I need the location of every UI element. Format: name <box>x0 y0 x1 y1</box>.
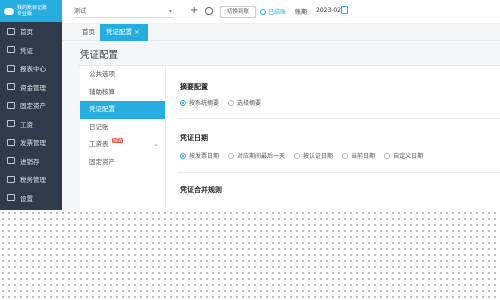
subnav-item-salary[interactable]: 工资表 NEW ⌄ <box>80 136 165 154</box>
gear-icon[interactable] <box>205 7 213 15</box>
page-title: 凭证配置 <box>80 50 119 61</box>
company-name: 测试 <box>74 8 87 15</box>
radio-summary-select[interactable]: 选择摘要 <box>228 98 261 107</box>
radio-date-current[interactable]: 当前日期 <box>342 151 375 160</box>
radio-empty-icon <box>228 152 235 159</box>
sidebar-item-label: 报表中心 <box>20 65 46 74</box>
dotted-overlay <box>0 210 500 300</box>
company-select[interactable]: 测试 ▾ <box>74 6 174 18</box>
sidebar-item-home[interactable]: 首页 <box>0 22 62 41</box>
switch-button[interactable]: 切换到账 <box>220 6 256 18</box>
summary-radio-group: 按系统摘要 选择摘要 <box>180 98 270 107</box>
settings-icon <box>7 194 15 202</box>
cloud-logo-icon <box>4 7 14 15</box>
radio-label: 对应期间最后一天 <box>237 153 286 160</box>
radio-selected-icon <box>180 99 186 106</box>
section-title-summary: 摘要配置 <box>180 83 208 91</box>
radio-date-period-end[interactable]: 对应期间最后一天 <box>228 151 285 160</box>
subnav-item-fixed-assets[interactable]: 固定资产 <box>80 154 165 172</box>
radio-date-custom[interactable]: 自定义日期 <box>384 151 423 160</box>
brand-name: 我的账目记账 专业版 <box>17 5 47 17</box>
sidebar-item-tax[interactable]: 税务管理 <box>0 170 62 189</box>
date-radio-group: 按发票日期 对应期间最后一天 按认证日期 当前日期 自定义日期 <box>180 151 432 160</box>
sidebar-item-label: 进销存 <box>20 157 40 166</box>
tax-icon <box>7 175 15 183</box>
top-bar: 测试 ▾ + 切换到账 已结账 账期 2023-02 <box>62 0 500 24</box>
subnav-item-common[interactable]: 公共选项 <box>80 66 165 84</box>
add-icon[interactable]: + <box>190 5 198 16</box>
section-divider <box>178 172 500 173</box>
radio-label: 自定义日期 <box>393 153 424 160</box>
radio-summary-system[interactable]: 按系统摘要 <box>180 98 219 107</box>
subnav-item-auxiliary[interactable]: 辅助核算 <box>80 84 165 102</box>
invoice-icon <box>7 138 15 146</box>
tab-home[interactable]: 首页 <box>76 24 101 41</box>
sidebar: 我的账目记账 专业版 首页 凭证 报表中心 资金管理 固定资产 工资 发票管理 … <box>0 0 62 210</box>
subnav-item-voucher[interactable]: 凭证配置 <box>80 101 165 119</box>
sidebar-item-label: 资金管理 <box>20 83 46 92</box>
sidebar-item-label: 发票管理 <box>20 139 46 148</box>
sidebar-item-assets[interactable]: 固定资产 <box>0 96 62 115</box>
radio-empty-icon <box>384 152 391 159</box>
main-area: 凭证配置 公共选项 辅助核算 凭证配置 日记账 工资表 NEW ⌄ 固定资产 摘… <box>62 41 500 210</box>
brand-logo[interactable]: 我的账目记账 专业版 <box>0 0 62 22</box>
sidebar-item-voucher[interactable]: 凭证 <box>0 41 62 60</box>
radio-label: 按发票日期 <box>189 153 220 160</box>
sidebar-item-settings[interactable]: 设置 <box>0 189 62 208</box>
radio-date-certified[interactable]: 按认证日期 <box>294 151 333 160</box>
period-label: 账期 <box>295 9 308 16</box>
sidebar-item-invoice[interactable]: 发票管理 <box>0 133 62 152</box>
tab-bar: 首页 凭证配置 × <box>62 24 500 41</box>
radio-date-invoice[interactable]: 按发票日期 <box>180 151 219 160</box>
radio-label: 选择摘要 <box>237 100 262 107</box>
subnav-item-journal[interactable]: 日记账 <box>80 119 165 137</box>
brand-line2: 专业版 <box>17 11 33 17</box>
radio-empty-icon <box>342 152 349 159</box>
sidebar-item-label: 固定资产 <box>20 102 46 111</box>
radio-label: 当前日期 <box>351 153 376 160</box>
chevron-down-icon: ⌄ <box>153 140 159 148</box>
sidebar-item-label: 税务管理 <box>20 176 46 185</box>
settings-subnav: 公共选项 辅助核算 凭证配置 日记账 工资表 NEW ⌄ 固定资产 <box>80 66 166 210</box>
chevron-down-icon: ▾ <box>168 8 172 15</box>
wallet-icon <box>7 83 15 91</box>
radio-selected-icon <box>180 152 186 159</box>
asset-icon <box>7 101 15 109</box>
sidebar-item-label: 凭证 <box>20 46 33 55</box>
section-title-merge: 凭证合并规则 <box>180 186 222 194</box>
period-value[interactable]: 2023-02 <box>316 7 341 14</box>
section-title-date: 凭证日期 <box>180 134 208 142</box>
tab-voucher-config[interactable]: 凭证配置 × <box>100 24 148 41</box>
sidebar-item-salary[interactable]: 工资 <box>0 115 62 134</box>
sidebar-item-label: 工资 <box>20 120 33 129</box>
radio-label: 按认证日期 <box>303 153 334 160</box>
sidebar-item-label: 设置 <box>20 194 33 203</box>
sidebar-item-inventory[interactable]: 进销存 <box>0 152 62 171</box>
radio-empty-icon <box>294 152 301 159</box>
home-icon <box>7 27 15 35</box>
sidebar-item-label: 首页 <box>20 28 33 37</box>
closed-status[interactable]: 已结账 <box>260 7 286 16</box>
salary-icon <box>7 120 15 128</box>
check-circle-icon <box>260 9 266 15</box>
report-icon <box>7 64 15 72</box>
section-divider <box>178 118 500 119</box>
config-panel: 摘要配置 按系统摘要 选择摘要 凭证日期 按发票日期 对应期间最后一天 按认证日… <box>166 66 500 210</box>
inventory-icon <box>7 157 15 165</box>
radio-empty-icon <box>228 99 235 106</box>
voucher-icon <box>7 46 15 54</box>
subnav-item-label: 工资表 <box>89 140 109 148</box>
calendar-icon[interactable] <box>341 6 348 14</box>
sidebar-item-reports[interactable]: 报表中心 <box>0 59 62 78</box>
sidebar-item-funds[interactable]: 资金管理 <box>0 78 62 97</box>
closed-status-label: 已结账 <box>268 9 287 16</box>
new-badge: NEW <box>112 138 124 143</box>
radio-label: 按系统摘要 <box>189 100 220 107</box>
